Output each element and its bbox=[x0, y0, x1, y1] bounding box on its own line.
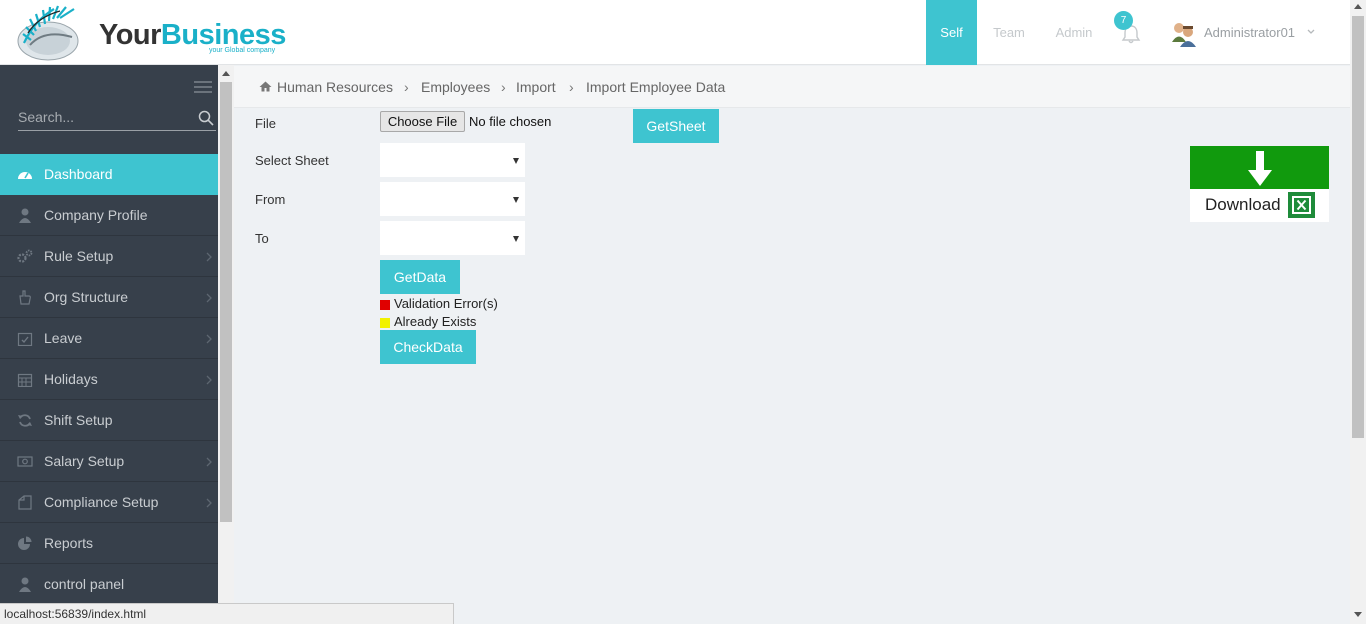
sidebar-item-dashboard[interactable]: Dashboard bbox=[0, 154, 218, 195]
dropdown-arrow-icon bbox=[513, 236, 519, 242]
sidebar-item-org-structure[interactable]: Org Structure bbox=[0, 277, 218, 318]
scroll-up-arrow-icon[interactable] bbox=[1354, 4, 1362, 9]
sidebar-item-leave[interactable]: Leave bbox=[0, 318, 218, 359]
notification-badge[interactable]: 7 bbox=[1114, 11, 1133, 30]
sidebar-search[interactable]: Search... bbox=[18, 105, 216, 131]
sidebar-item-label: Salary Setup bbox=[44, 453, 125, 469]
breadcrumb-current-page: Import Employee Data bbox=[586, 79, 726, 95]
download-excel-button[interactable]: Download bbox=[1190, 146, 1329, 222]
browser-status-bar: localhost:56839/index.html bbox=[0, 603, 454, 624]
chevron-right-icon bbox=[206, 334, 212, 344]
breadcrumb-human-resources[interactable]: Human Resources bbox=[277, 79, 393, 95]
calendar-icon bbox=[17, 373, 33, 387]
breadcrumb-separator: › bbox=[501, 79, 506, 95]
file-label: File bbox=[255, 116, 276, 131]
nav-tab-team[interactable]: Team bbox=[986, 0, 1032, 65]
getdata-button[interactable]: GetData bbox=[380, 260, 460, 294]
sidebar-item-label: Shift Setup bbox=[44, 412, 113, 428]
logo-globe-icon bbox=[17, 5, 79, 61]
download-banner bbox=[1190, 146, 1329, 189]
nav-tab-admin[interactable]: Admin bbox=[1048, 0, 1100, 65]
sidebar-item-reports[interactable]: Reports bbox=[0, 523, 218, 564]
sidebar: Search... Dashboard Company Profile Rule… bbox=[0, 65, 218, 624]
money-icon bbox=[17, 456, 33, 467]
calendar-check-icon bbox=[17, 332, 33, 346]
from-dropdown[interactable] bbox=[380, 182, 525, 216]
sidebar-item-label: Rule Setup bbox=[44, 248, 114, 264]
sidebar-scrollbar[interactable] bbox=[218, 65, 234, 624]
breadcrumb: Human Resources › Employees › Import › I… bbox=[234, 66, 1350, 108]
home-icon[interactable] bbox=[259, 81, 272, 92]
dropdown-arrow-icon bbox=[513, 197, 519, 203]
scroll-down-arrow-icon[interactable] bbox=[1354, 612, 1362, 617]
from-label: From bbox=[255, 192, 286, 207]
sidebar-item-salary-setup[interactable]: Salary Setup bbox=[0, 441, 218, 482]
sidebar-item-label: Company Profile bbox=[44, 207, 148, 223]
user-name[interactable]: Administrator01 bbox=[1204, 25, 1295, 40]
download-label: Download bbox=[1205, 195, 1281, 214]
excel-icon bbox=[1288, 192, 1315, 218]
dashboard-icon bbox=[18, 172, 32, 179]
choose-file-button[interactable]: Choose File bbox=[380, 111, 465, 132]
sidebar-item-company-profile[interactable]: Company Profile bbox=[0, 195, 218, 236]
sidebar-item-label: Holidays bbox=[44, 371, 98, 387]
user-icon bbox=[19, 577, 31, 592]
chevron-down-icon[interactable] bbox=[1306, 28, 1316, 36]
chevron-right-icon bbox=[206, 252, 212, 262]
sidebar-item-control-panel[interactable]: control panel bbox=[0, 564, 218, 605]
sidebar-item-compliance-setup[interactable]: Compliance Setup bbox=[0, 482, 218, 523]
user-icon bbox=[19, 208, 31, 223]
checkdata-button[interactable]: CheckData bbox=[380, 330, 476, 364]
chevron-right-icon bbox=[206, 457, 212, 467]
select-sheet-label: Select Sheet bbox=[255, 153, 329, 168]
chevron-right-icon bbox=[206, 498, 212, 508]
sidebar-item-shift-setup[interactable]: Shift Setup bbox=[0, 400, 218, 441]
sidebar-item-label: Reports bbox=[44, 535, 94, 551]
sidebar-item-label: control panel bbox=[44, 576, 125, 592]
hand-icon bbox=[19, 290, 31, 305]
clipboard-icon bbox=[18, 495, 32, 510]
search-icon[interactable] bbox=[198, 110, 214, 126]
sidebar-menu: Dashboard Company Profile Rule Setup Org… bbox=[0, 154, 218, 605]
company-logo[interactable]: YourBusiness your Global company bbox=[14, 3, 294, 61]
pie-chart-icon bbox=[18, 536, 32, 550]
sidebar-item-label: Compliance Setup bbox=[44, 494, 159, 510]
refresh-icon bbox=[18, 414, 32, 427]
no-file-chosen-text: No file chosen bbox=[469, 114, 552, 129]
breadcrumb-separator: › bbox=[569, 79, 574, 95]
logo-tagline: your Global company bbox=[209, 47, 276, 54]
already-exists-legend: Already Exists bbox=[394, 314, 477, 329]
breadcrumb-separator: › bbox=[404, 79, 409, 95]
dropdown-arrow-icon bbox=[513, 158, 519, 164]
sidebar-item-label: Leave bbox=[44, 330, 83, 346]
validation-error-legend: Validation Error(s) bbox=[394, 296, 498, 311]
cogs-icon bbox=[17, 249, 33, 263]
validation-error-swatch bbox=[380, 300, 390, 310]
sidebar-item-holidays[interactable]: Holidays bbox=[0, 359, 218, 400]
breadcrumb-import[interactable]: Import bbox=[516, 79, 556, 95]
breadcrumb-employees[interactable]: Employees bbox=[421, 79, 490, 95]
sidebar-item-label: Dashboard bbox=[44, 166, 113, 182]
avatar-icon[interactable] bbox=[1170, 20, 1198, 47]
download-arrow-icon bbox=[1248, 151, 1272, 186]
already-exists-swatch bbox=[380, 318, 390, 328]
page-scrollbar-thumb[interactable] bbox=[1352, 16, 1364, 438]
getsheet-button[interactable]: GetSheet bbox=[633, 109, 719, 143]
select-sheet-dropdown[interactable] bbox=[380, 143, 525, 177]
nav-tab-self[interactable]: Self bbox=[926, 0, 977, 65]
chevron-right-icon bbox=[206, 375, 212, 385]
hamburger-menu-icon[interactable] bbox=[194, 81, 212, 95]
to-dropdown[interactable] bbox=[380, 221, 525, 255]
top-header: YourBusiness your Global company Self Te… bbox=[0, 0, 1350, 65]
scroll-up-arrow-icon[interactable] bbox=[222, 71, 230, 76]
sidebar-scrollbar-thumb[interactable] bbox=[220, 82, 232, 522]
search-input[interactable]: Search... bbox=[18, 109, 74, 125]
sidebar-item-rule-setup[interactable]: Rule Setup bbox=[0, 236, 218, 277]
sidebar-item-label: Org Structure bbox=[44, 289, 129, 305]
chevron-right-icon bbox=[206, 293, 212, 303]
logo-text-your: Your bbox=[99, 19, 161, 51]
to-label: To bbox=[255, 231, 269, 246]
page-scrollbar[interactable] bbox=[1350, 0, 1366, 624]
